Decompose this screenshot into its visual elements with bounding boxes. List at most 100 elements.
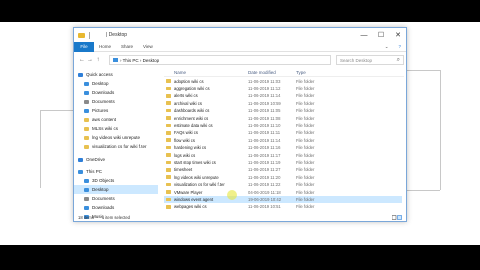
table-row[interactable]: alerts wiki cs 11-06-2019 11:14 File folde… bbox=[164, 93, 402, 99]
column-header-date[interactable]: Date modified bbox=[248, 70, 276, 75]
nav-item-documents-pc[interactable]: Documents bbox=[74, 194, 158, 203]
nav-item-label: MLSs wiki cs bbox=[92, 126, 119, 131]
folder-icon bbox=[166, 190, 171, 194]
nav-item-mlss-wiki[interactable]: MLSs wiki cs bbox=[74, 124, 158, 133]
file-name: estimate data wiki cs bbox=[174, 122, 213, 128]
view-toggle-icon[interactable] bbox=[392, 215, 402, 220]
nav-item-downloads-pc[interactable]: Downloads bbox=[74, 203, 158, 212]
table-row[interactable]: dashboards wiki cs 11-06-2019 11:05 File f… bbox=[164, 108, 402, 114]
table-row[interactable]: windows event agent 19-06-2019 10:42 File … bbox=[164, 196, 402, 203]
desktop-icon bbox=[84, 81, 89, 86]
nav-item-3d-objects[interactable]: 3D Objects bbox=[74, 176, 158, 185]
nav-item-lng-videos[interactable]: lng videos wiki unrepute bbox=[74, 133, 158, 142]
file-date: 11-06-2019 11:05 bbox=[248, 108, 281, 114]
nav-item-label: lng videos wiki unrepute bbox=[92, 135, 141, 140]
nav-item-quick-access[interactable]: Quick access bbox=[74, 70, 158, 79]
folder-icon bbox=[166, 123, 171, 128]
table-row[interactable]: webpages wiki cs 11-06-2019 10:51 File fol… bbox=[164, 204, 402, 210]
file-type: File folder bbox=[296, 130, 315, 136]
folder-icon bbox=[166, 131, 171, 135]
file-date: 11-06-2019 11:27 bbox=[248, 167, 281, 173]
file-type: File folder bbox=[296, 196, 315, 202]
search-icon: ⌕ bbox=[396, 57, 400, 63]
title-separator bbox=[89, 31, 90, 39]
table-row[interactable]: logs wiki cs 11-06-2019 11:17 File folder bbox=[164, 152, 402, 158]
close-button[interactable]: ✕ bbox=[390, 28, 406, 42]
tab-share[interactable]: Share bbox=[116, 42, 138, 52]
nav-item-label: OneDrive bbox=[86, 157, 106, 162]
file-name: windows event agent bbox=[174, 196, 214, 202]
table-row[interactable]: timesheet 11-06-2019 11:27 File folder bbox=[164, 167, 402, 173]
file-explorer-window: | Desktop — ☐ ✕ File Home Share View ⌄ ?… bbox=[73, 27, 407, 222]
column-header-name[interactable]: Name bbox=[174, 70, 186, 75]
folder-icon bbox=[166, 175, 171, 180]
table-row[interactable]: adoption wiki cs 11-06-2019 11:03 File fol… bbox=[164, 78, 402, 84]
nav-item-label: Downloads bbox=[92, 90, 115, 95]
table-row[interactable]: VMware Player 04-06-2019 11:18 File folder bbox=[164, 189, 402, 195]
nav-item-onedrive[interactable]: OneDrive bbox=[74, 155, 158, 164]
nav-item-visualization[interactable]: visualization cs for wiki f.ter bbox=[74, 142, 158, 151]
minimize-button[interactable]: — bbox=[356, 28, 372, 42]
table-row[interactable]: FAQs wiki cs 11-06-2019 11:11 File folder bbox=[164, 130, 402, 136]
up-button[interactable]: ↑ bbox=[94, 57, 102, 63]
table-row[interactable]: visualization cs for wiki f.ter 11-06-201… bbox=[164, 182, 402, 188]
nav-item-label: Documents bbox=[92, 196, 115, 201]
table-row[interactable]: flow wiki cs 11-06-2019 11:14 File folder bbox=[164, 137, 402, 143]
status-bar: 18 items 1 item selected bbox=[74, 213, 406, 221]
nav-item-label: Desktop bbox=[92, 81, 109, 86]
download-icon bbox=[84, 205, 89, 210]
nav-item-documents[interactable]: Documents bbox=[74, 97, 158, 106]
table-row[interactable]: enrichment wiki cs 11-06-2019 11:08 File f… bbox=[164, 115, 402, 121]
file-type: File folder bbox=[296, 182, 315, 188]
nav-item-aws-content[interactable]: aws content bbox=[74, 115, 158, 124]
tab-file[interactable]: File bbox=[74, 41, 94, 52]
nav-item-label: Pictures bbox=[92, 108, 109, 113]
file-type: File folder bbox=[296, 204, 315, 210]
forward-button[interactable]: → bbox=[86, 57, 94, 63]
file-type: File folder bbox=[296, 78, 315, 84]
column-header-type[interactable]: Type bbox=[296, 70, 306, 75]
back-button[interactable]: ← bbox=[78, 57, 86, 63]
folder-icon bbox=[166, 86, 171, 91]
search-input[interactable]: Search Desktop ⌕ bbox=[336, 55, 404, 65]
nav-item-desktop-pc[interactable]: Desktop bbox=[74, 185, 158, 194]
chevron-down-icon[interactable]: ⌄ bbox=[380, 42, 394, 52]
table-row[interactable]: aggregation wiki cs 11-06-2019 11:12 File … bbox=[164, 85, 402, 91]
file-type: File folder bbox=[296, 115, 315, 121]
file-type: File folder bbox=[296, 189, 315, 195]
ribbon-tabs: File Home Share View ⌄ ? bbox=[74, 41, 406, 52]
folder-icon bbox=[166, 182, 171, 187]
nav-item-desktop[interactable]: Desktop bbox=[74, 79, 158, 88]
folder-icon bbox=[166, 197, 171, 202]
nav-item-label: Quick access bbox=[86, 72, 113, 77]
table-row[interactable]: hardening wiki cs 11-06-2019 11:16 File fo… bbox=[164, 145, 402, 151]
nav-item-pictures[interactable]: Pictures bbox=[74, 106, 158, 115]
file-date: 04-06-2019 11:18 bbox=[248, 189, 281, 195]
tab-home[interactable]: Home bbox=[94, 42, 116, 52]
table-row[interactable]: start stop times wiki cs 11-06-2019 11:19… bbox=[164, 159, 402, 165]
table-row[interactable]: estimate data wiki cs 11-06-2019 11:10 Fil… bbox=[164, 122, 402, 128]
table-row[interactable]: archival wiki cs 11-06-2019 10:59 File fol… bbox=[164, 100, 402, 106]
nav-item-label: aws content bbox=[92, 117, 117, 122]
maximize-button[interactable]: ☐ bbox=[373, 28, 389, 42]
title-bar[interactable]: | Desktop — ☐ ✕ bbox=[74, 28, 406, 42]
folder-icon bbox=[166, 79, 171, 83]
table-row[interactable]: lng videos wiki unrepute 11-06-2019 11:20… bbox=[164, 174, 402, 180]
address-path: › This PC › Desktop bbox=[120, 57, 160, 63]
pictures-icon bbox=[84, 108, 89, 113]
cloud-icon bbox=[78, 157, 83, 162]
background-line bbox=[40, 110, 41, 188]
nav-item-this-pc[interactable]: This PC bbox=[74, 167, 158, 176]
letterbox-top bbox=[0, 0, 480, 22]
documents-icon bbox=[84, 99, 89, 104]
address-bar[interactable]: › This PC › Desktop bbox=[109, 55, 331, 65]
nav-item-downloads[interactable]: Downloads bbox=[74, 88, 158, 97]
folder-icon bbox=[84, 144, 89, 149]
help-icon[interactable]: ? bbox=[393, 42, 406, 52]
file-name: hardening wiki cs bbox=[174, 145, 207, 151]
nav-item-label: Downloads bbox=[92, 205, 115, 210]
file-date: 11-06-2019 10:59 bbox=[248, 100, 281, 106]
file-name: aggregation wiki cs bbox=[174, 85, 210, 91]
tab-view[interactable]: View bbox=[138, 42, 158, 52]
folder-icon bbox=[78, 32, 85, 38]
